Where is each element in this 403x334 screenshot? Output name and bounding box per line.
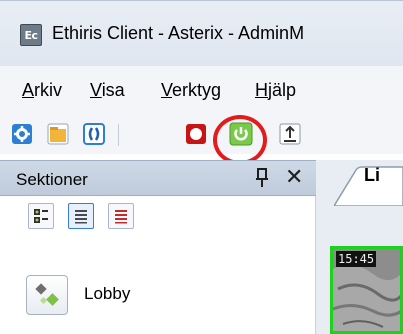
- list-view-icon: [75, 210, 87, 224]
- grid-view-button[interactable]: [28, 203, 54, 229]
- lobby-icon: [26, 275, 68, 315]
- panel-title: Sektioner: [16, 170, 88, 189]
- menu-arkiv[interactable]: Arkiv: [22, 80, 62, 101]
- settings-button[interactable]: [10, 122, 34, 146]
- title-bar: Ec Ethiris Client - Asterix - AdminM: [0, 0, 403, 66]
- pin-icon[interactable]: [255, 168, 269, 188]
- export-button[interactable]: [278, 122, 302, 146]
- script-button[interactable]: [82, 122, 106, 146]
- panel-header: Sektioner ✕: [0, 160, 316, 196]
- menu-verktyg-mnemonic: V: [161, 80, 173, 100]
- toolbar: [0, 114, 403, 154]
- menu-verktyg-rest: erktyg: [172, 80, 222, 100]
- settings-icon: [12, 124, 32, 144]
- window-title: Ethiris Client - Asterix - AdminM: [52, 23, 305, 43]
- highlight-circle-annotation: [213, 115, 267, 165]
- brackets-icon: [83, 123, 105, 145]
- app-window: Ec Ethiris Client - Asterix - AdminM Ark…: [0, 0, 403, 334]
- menu-hjalp[interactable]: Hjälp: [255, 80, 296, 101]
- folder-icon: [47, 123, 69, 145]
- view-toggle-group: [0, 196, 316, 236]
- section-item-lobby[interactable]: Lobby: [26, 275, 226, 315]
- red-list-view-button[interactable]: [108, 203, 134, 229]
- menu-visa[interactable]: Visa: [90, 80, 125, 101]
- section-item-label: Lobby: [84, 284, 131, 303]
- menu-hjalp-rest: jälp: [268, 80, 297, 100]
- lobby-glyph: [35, 283, 59, 306]
- red-list-view-icon: [115, 210, 127, 224]
- toolbar-separator: [118, 124, 119, 146]
- sections-panel: Sektioner ✕ Lobby: [0, 160, 316, 334]
- open-button[interactable]: [46, 122, 70, 146]
- app-logo-icon: Ec: [20, 24, 42, 46]
- export-icon: [279, 123, 301, 145]
- video-timestamp: 15:45: [336, 251, 377, 267]
- camera-video-view[interactable]: 15:45: [330, 246, 403, 334]
- menu-visa-mnemonic: V: [90, 80, 102, 100]
- menu-arkiv-mnemonic: A: [22, 80, 35, 100]
- list-view-button[interactable]: [68, 203, 94, 229]
- video-tab-label[interactable]: Li: [364, 165, 380, 186]
- close-icon[interactable]: ✕: [285, 165, 303, 190]
- record-button[interactable]: [184, 122, 208, 146]
- menu-visa-rest: isa: [101, 80, 125, 100]
- menu-verktyg[interactable]: Verktyg: [161, 80, 221, 101]
- menu-arkiv-rest: rkiv: [34, 80, 63, 100]
- menu-hjalp-mnemonic: H: [255, 80, 268, 100]
- menu-bar: Arkiv Visa Verktyg Hjälp: [0, 66, 403, 114]
- record-icon: [186, 124, 206, 144]
- grid-view-icon: [34, 209, 48, 223]
